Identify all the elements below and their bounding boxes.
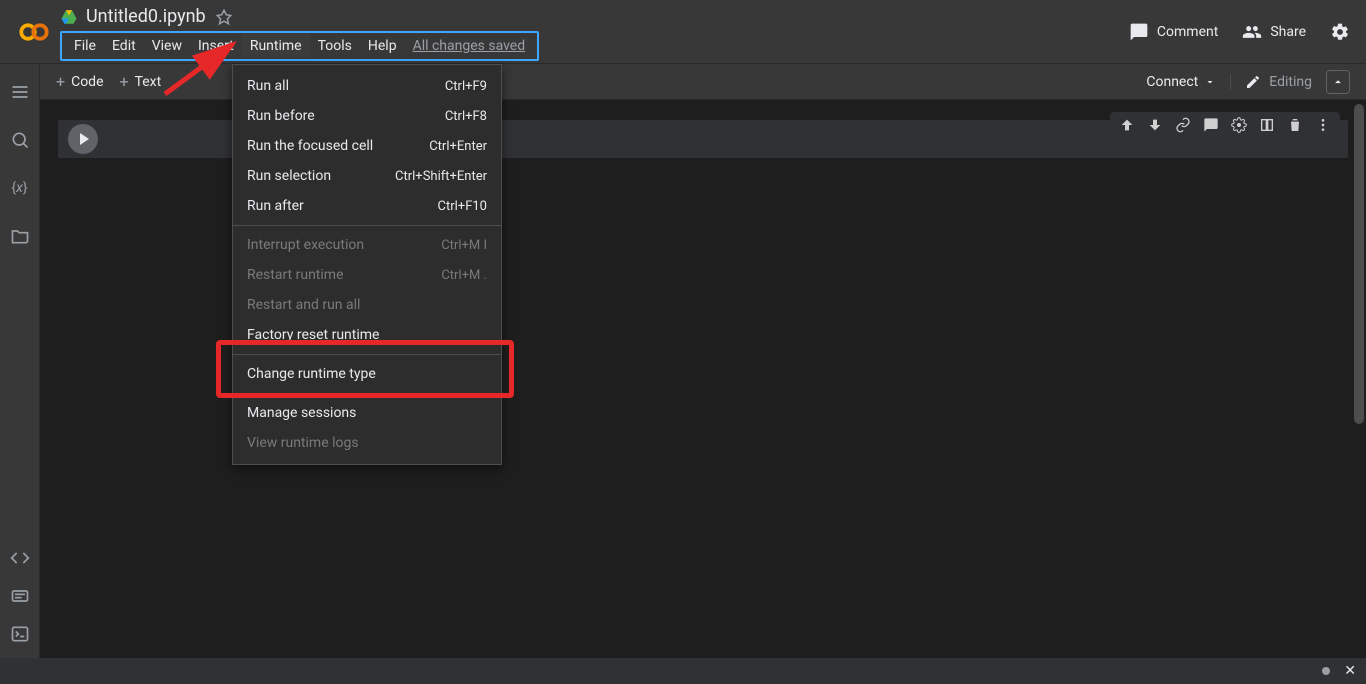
star-icon[interactable] [214, 7, 234, 27]
editing-mode[interactable]: Editing [1230, 74, 1312, 90]
toc-icon[interactable] [10, 82, 30, 102]
menu-item-label: Manage sessions [247, 405, 356, 421]
menu-item-shortcut: Ctrl+M . [441, 268, 487, 283]
mirror-cell-icon[interactable] [1258, 116, 1276, 134]
menu-item-label: Run the focused cell [247, 138, 373, 154]
add-code-label: Code [71, 74, 103, 90]
delete-cell-icon[interactable] [1286, 116, 1304, 134]
header-actions: Comment Share [1129, 22, 1350, 42]
comment-label: Comment [1157, 24, 1218, 40]
move-up-icon[interactable] [1118, 116, 1136, 134]
save-state[interactable]: All changes saved [405, 34, 534, 58]
menu-item-label: View runtime logs [247, 435, 359, 451]
runtime-menu-item: Interrupt execution Ctrl+M I [233, 230, 501, 260]
runtime-menu-item[interactable]: Run the focused cell Ctrl+Enter [233, 131, 501, 161]
cell-settings-icon[interactable] [1230, 116, 1248, 134]
chevron-down-icon [1204, 76, 1216, 88]
editing-label: Editing [1269, 74, 1312, 90]
menu-item-label: Interrupt execution [247, 237, 364, 253]
runtime-menu-item[interactable]: Change runtime type [233, 359, 501, 389]
status-dot [1322, 667, 1330, 675]
runtime-menu-item[interactable]: Run all Ctrl+F9 [233, 71, 501, 101]
menu-runtime[interactable]: Runtime [242, 34, 310, 58]
files-icon[interactable] [10, 226, 30, 246]
plus-icon: + [120, 72, 129, 91]
menu-item-shortcut: Ctrl+Enter [429, 139, 487, 154]
settings-button[interactable] [1330, 22, 1350, 42]
runtime-menu-item: Restart runtime Ctrl+M . [233, 260, 501, 290]
cell-toolbar [1110, 112, 1340, 138]
command-palette-icon[interactable] [10, 586, 30, 606]
menu-item-label: Run before [247, 108, 315, 124]
menu-item-label: Change runtime type [247, 366, 376, 382]
menu-item-shortcut: Ctrl+Shift+Enter [395, 169, 487, 184]
play-icon [80, 133, 89, 145]
document-title[interactable]: Untitled0.ipynb [86, 6, 206, 27]
drive-icon [60, 8, 78, 26]
menu-item-label: Run after [247, 198, 304, 214]
runtime-menu-item[interactable]: Manage sessions [233, 398, 501, 428]
runtime-menu-item: View runtime logs [233, 428, 501, 458]
share-label: Share [1270, 24, 1306, 40]
close-icon[interactable]: ✕ [1344, 663, 1356, 679]
add-comment-icon[interactable] [1202, 116, 1220, 134]
runtime-menu-item[interactable]: Run after Ctrl+F10 [233, 191, 501, 221]
menu-item-label: Factory reset runtime [247, 327, 379, 343]
colab-logo [16, 14, 52, 50]
terminal-icon[interactable] [10, 624, 30, 644]
menu-item-label: Restart runtime [247, 267, 344, 283]
vertical-scrollbar[interactable] [1354, 104, 1364, 424]
footer: ✕ [0, 658, 1366, 684]
search-icon[interactable] [10, 130, 30, 150]
menubar: File Edit View Insert Runtime Tools Help… [60, 31, 539, 61]
menu-item-label: Restart and run all [247, 297, 360, 313]
run-cell-button[interactable] [68, 124, 98, 154]
menu-item-shortcut: Ctrl+F10 [438, 199, 487, 214]
menu-file[interactable]: File [66, 34, 104, 58]
runtime-menu-item[interactable]: Run before Ctrl+F8 [233, 101, 501, 131]
annotation-arrow [155, 34, 245, 104]
menu-item-shortcut: Ctrl+F9 [445, 79, 487, 94]
menu-item-shortcut: Ctrl+M I [441, 238, 487, 253]
share-button[interactable]: Share [1242, 22, 1306, 42]
menu-separator [233, 225, 501, 226]
variables-icon[interactable]: {x} [10, 178, 30, 198]
runtime-menu: Run all Ctrl+F9 Run before Ctrl+F8 Run the f… [232, 64, 502, 465]
menu-item-shortcut: Ctrl+F8 [445, 109, 487, 124]
code-snippets-icon[interactable] [10, 548, 30, 568]
move-down-icon[interactable] [1146, 116, 1164, 134]
runtime-menu-item: Restart and run all [233, 290, 501, 320]
pencil-icon [1245, 74, 1261, 90]
link-icon[interactable] [1174, 116, 1192, 134]
more-icon[interactable] [1314, 116, 1332, 134]
connect-button[interactable]: Connect [1146, 74, 1216, 90]
menu-edit[interactable]: Edit [104, 34, 144, 58]
plus-icon: + [56, 72, 65, 91]
menu-item-label: Run selection [247, 168, 331, 184]
menu-separator [233, 354, 501, 355]
chevron-up-icon [1331, 75, 1345, 89]
menu-help[interactable]: Help [360, 34, 405, 58]
menu-separator [233, 393, 501, 394]
comment-button[interactable]: Comment [1129, 22, 1218, 42]
runtime-menu-item[interactable]: Run selection Ctrl+Shift+Enter [233, 161, 501, 191]
runtime-menu-item[interactable]: Factory reset runtime [233, 320, 501, 350]
left-rail: {x} [0, 64, 40, 658]
add-code-button[interactable]: + Code [56, 72, 104, 91]
menu-tools[interactable]: Tools [310, 34, 360, 58]
menu-item-label: Run all [247, 78, 289, 94]
collapse-toggle[interactable] [1326, 70, 1350, 94]
connect-label: Connect [1146, 74, 1198, 90]
